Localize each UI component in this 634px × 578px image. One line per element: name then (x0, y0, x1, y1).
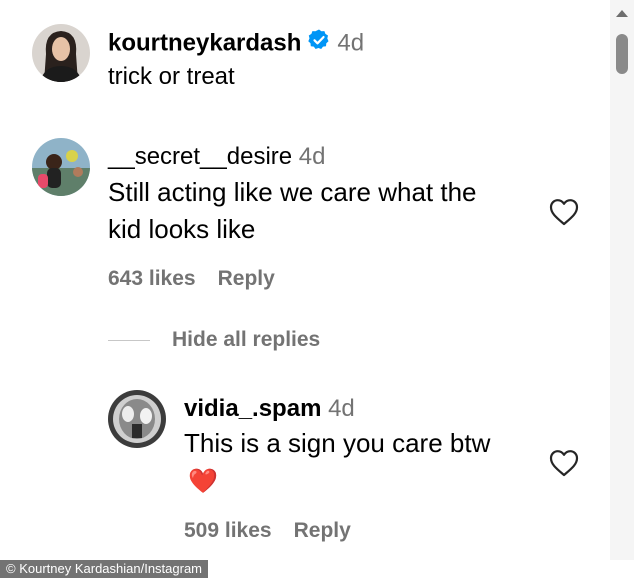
comment-like-heart-icon[interactable] (549, 198, 579, 226)
comment-reply-button[interactable]: Reply (218, 267, 275, 290)
commenter-username-row: __secret__desire 4d (108, 142, 326, 172)
commenter-avatar[interactable] (32, 138, 90, 196)
post-author-name[interactable]: kourtneykardash (108, 29, 301, 56)
comment-text-line2: kid looks like (108, 214, 256, 244)
comment-time: 4d (298, 143, 326, 170)
reply-reply-button[interactable]: Reply (294, 519, 351, 542)
replier-username[interactable]: vidia_.spam (184, 395, 321, 422)
post-author-username[interactable]: kourtneykardash 4d (108, 28, 364, 60)
reply-likes-count[interactable]: 509 likes (184, 519, 272, 542)
commenter-username[interactable]: __secret__desire (108, 143, 292, 170)
post-caption: trick or treat (108, 63, 235, 90)
comments-panel: kourtneykardash 4d trick or treat __secr… (0, 0, 634, 578)
replier-username-row: vidia_.spam 4d (184, 394, 355, 424)
scroll-up-arrow-icon[interactable] (616, 10, 628, 17)
reply-text-line1: This is a sign you care btw (184, 428, 491, 458)
post-time: 4d (337, 29, 365, 57)
photo-credit: © Kourtney Kardashian/Instagram (0, 560, 209, 578)
vertical-scrollbar[interactable] (610, 0, 634, 560)
reply-like-heart-icon[interactable] (549, 449, 579, 477)
comment-meta: 643 likes Reply (108, 267, 297, 291)
reply-emoji: ❤️ (188, 468, 218, 495)
comment-likes-count[interactable]: 643 likes (108, 267, 196, 290)
replier-avatar[interactable] (108, 390, 166, 448)
reply-meta: 509 likes Reply (184, 519, 373, 543)
scrollbar-thumb[interactable] (616, 34, 628, 74)
verified-badge-icon (307, 28, 331, 60)
reply-time: 4d (328, 395, 355, 422)
post-author-avatar[interactable] (32, 24, 90, 82)
hide-replies-label[interactable]: Hide all replies (172, 328, 320, 352)
replies-divider (108, 339, 150, 341)
hide-replies-toggle[interactable]: Hide all replies (108, 328, 320, 352)
comment-text-line1: Still acting like we care what the (108, 177, 477, 207)
